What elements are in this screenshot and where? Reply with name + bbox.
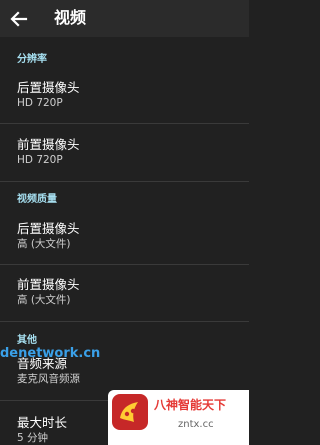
page-title: 视频 — [54, 8, 87, 27]
setting-title: 后置摄像头 — [17, 80, 80, 95]
setting-item-quality-front-camera[interactable]: 前置摄像头 高 (大文件) — [0, 271, 249, 317]
setting-value: HD 720P — [17, 154, 63, 166]
setting-value: 高 (大文件) — [17, 294, 71, 306]
setting-item-resolution-front-camera[interactable]: 前置摄像头 HD 720P — [0, 130, 249, 176]
divider — [0, 321, 249, 322]
setting-title: 前置摄像头 — [17, 277, 80, 292]
arrow-back-icon — [10, 11, 28, 27]
divider — [0, 123, 249, 124]
setting-title: 前置摄像头 — [17, 137, 80, 152]
video-settings-screen: 视频 分辨率 后置摄像头 HD 720P 前置摄像头 HD 720P 视频质量 … — [0, 0, 249, 445]
setting-value: 高 (大文件) — [17, 238, 71, 250]
watermark-text: denetwork.cn — [0, 346, 101, 361]
setting-value: 5 分钟 — [17, 432, 49, 444]
setting-item-quality-rear-camera[interactable]: 后置摄像头 高 (大文件) — [0, 215, 249, 261]
setting-title: 最大时长 — [17, 415, 68, 430]
logo-mark-icon — [112, 394, 148, 430]
section-header-video-quality: 视频质量 — [17, 194, 57, 205]
setting-value: 麦克风音频源 — [17, 373, 80, 385]
setting-item-resolution-rear-camera[interactable]: 后置摄像头 HD 720P — [0, 74, 249, 120]
watermark-logo-cn-text: 八神智能天下 — [154, 398, 227, 412]
watermark-logo-badge: 八神智能天下 zntx.cc — [108, 390, 249, 445]
back-button[interactable] — [6, 6, 32, 32]
toolbar: 视频 — [0, 0, 249, 37]
section-header-resolution: 分辨率 — [17, 54, 47, 65]
setting-title: 后置摄像头 — [17, 221, 80, 236]
watermark-logo-url-text: zntx.cc — [178, 419, 214, 430]
setting-value: HD 720P — [17, 97, 63, 109]
divider — [0, 264, 249, 265]
divider — [0, 181, 249, 182]
